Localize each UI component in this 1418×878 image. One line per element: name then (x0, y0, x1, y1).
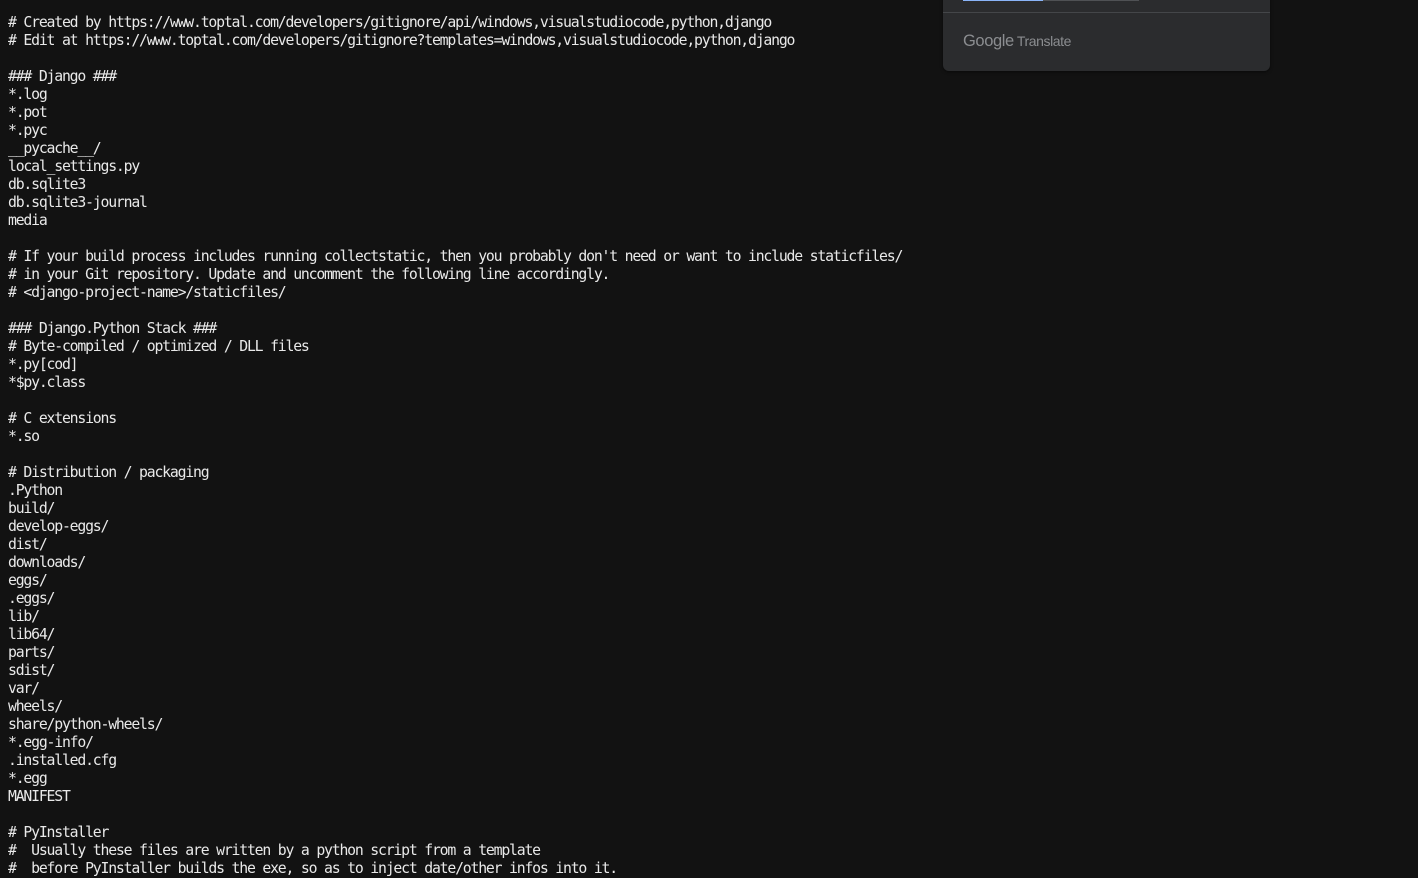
popup-divider (943, 12, 1270, 13)
google-translate-popup: Google Translate (943, 0, 1270, 71)
google-translate-branding: Google Translate (963, 32, 1071, 50)
translate-language-tabs[interactable] (963, 0, 1139, 1)
gitignore-text: # Created by https://www.toptal.com/deve… (8, 14, 903, 877)
file-content-viewer: # Created by https://www.toptal.com/deve… (0, 0, 1418, 878)
google-logo: Google (963, 31, 1014, 50)
translate-label: Translate (1016, 33, 1072, 49)
active-language-tab-indicator[interactable] (963, 0, 1043, 1)
